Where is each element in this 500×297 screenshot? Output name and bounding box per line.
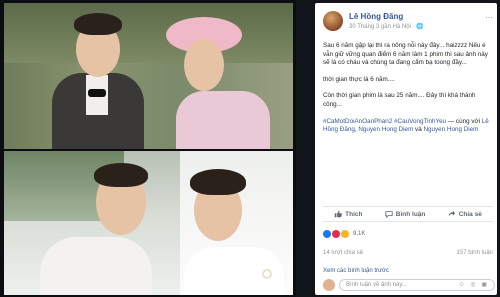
post-panel: Lê Hồng Đăng 30 Tháng 3 gần Hà Nội · 🌐 ⋯… bbox=[315, 3, 497, 295]
tagged-user-2[interactable]: Nguyen Hong Diem bbox=[358, 126, 413, 133]
comment-composer: Bình luận về ảnh này... ☺ ◎ ▣ bbox=[323, 278, 495, 292]
thumbs-up-icon bbox=[334, 210, 343, 218]
current-user-avatar bbox=[323, 279, 335, 291]
view-previous-comments[interactable]: Xem các bình luận trước bbox=[323, 268, 389, 274]
groom-white-suit bbox=[40, 237, 152, 295]
share-button[interactable]: Chia sẻ bbox=[448, 210, 482, 218]
flower-decoration bbox=[262, 269, 272, 279]
love-reaction-icon bbox=[332, 230, 340, 238]
post-paragraph-3: Còn thời gian phim là sau 25 năm.... Đây… bbox=[323, 92, 476, 108]
bride-hair-2 bbox=[190, 169, 246, 195]
photo-bottom[interactable] bbox=[4, 151, 293, 295]
post-paragraph-2: thời gian thực là 6 năm.... bbox=[323, 75, 395, 83]
photo-pane bbox=[0, 0, 296, 297]
bow-tie bbox=[88, 89, 106, 97]
groom-hair-2 bbox=[94, 163, 148, 187]
post-header: Lê Hồng Đăng 30 Tháng 3 gần Hà Nội · 🌐 ⋯ bbox=[323, 11, 493, 35]
author-avatar[interactable] bbox=[323, 11, 343, 31]
post-stats: 14 lượt chia sẻ 157 bình luận bbox=[323, 250, 493, 256]
comment-label: Bình luận bbox=[395, 210, 426, 218]
hashtags-link[interactable]: #CaMotDoiAnOanPhan2 #CauVongTinhYeu bbox=[323, 118, 446, 125]
share-label: Chia sẻ bbox=[458, 210, 482, 218]
comment-icon bbox=[385, 211, 393, 218]
more-options-icon[interactable]: ⋯ bbox=[485, 13, 493, 22]
with-text: — cùng với bbox=[446, 117, 482, 125]
reaction-count: 9,1K bbox=[353, 231, 366, 237]
bride-ao-dai bbox=[176, 91, 270, 149]
emoji-camera-sticker-icons[interactable]: ☺ ◎ ▣ bbox=[459, 281, 489, 288]
comment-count[interactable]: 157 bình luận bbox=[457, 250, 493, 256]
post-body: Sau 6 năm gặp lại thì ra nông nỗi này đâ… bbox=[323, 42, 493, 143]
haha-reaction-icon bbox=[341, 230, 349, 238]
tag-and: và bbox=[413, 126, 424, 134]
photo-viewer: Lê Hồng Đăng 30 Tháng 3 gần Hà Nội · 🌐 ⋯… bbox=[0, 0, 500, 297]
comment-button[interactable]: Bình luận bbox=[385, 210, 426, 218]
post-timestamp-location[interactable]: 30 Tháng 3 gần Hà Nội · bbox=[349, 24, 416, 30]
groom-hair bbox=[74, 13, 122, 35]
post-tags: #CaMotDoiAnOanPhan2 #CauVongTinhYeu — cù… bbox=[323, 118, 493, 135]
comment-placeholder: Bình luận về ảnh này... bbox=[346, 282, 407, 288]
photo-top[interactable] bbox=[4, 3, 293, 149]
like-button[interactable]: Thích bbox=[334, 210, 362, 218]
reactions-summary[interactable]: 9,1K bbox=[323, 228, 493, 240]
tagged-user-3[interactable]: Nguyen Hong Diem bbox=[423, 126, 478, 133]
bride-head bbox=[184, 39, 224, 91]
post-actions: Thích Bình luận Chia sẻ bbox=[323, 206, 493, 222]
background-foliage bbox=[4, 3, 293, 63]
post-paragraph-1: Sau 6 năm gặp lại thì ra nông nỗi này đâ… bbox=[323, 42, 488, 67]
like-label: Thích bbox=[345, 210, 363, 218]
author-name[interactable]: Lê Hồng Đăng bbox=[349, 12, 403, 21]
post-meta: 30 Tháng 3 gần Hà Nội · 🌐 bbox=[349, 23, 424, 30]
like-reaction-icon bbox=[323, 230, 331, 238]
globe-icon: 🌐 bbox=[416, 24, 424, 30]
share-count[interactable]: 14 lượt chia sẻ bbox=[323, 250, 363, 256]
share-icon bbox=[448, 210, 455, 217]
